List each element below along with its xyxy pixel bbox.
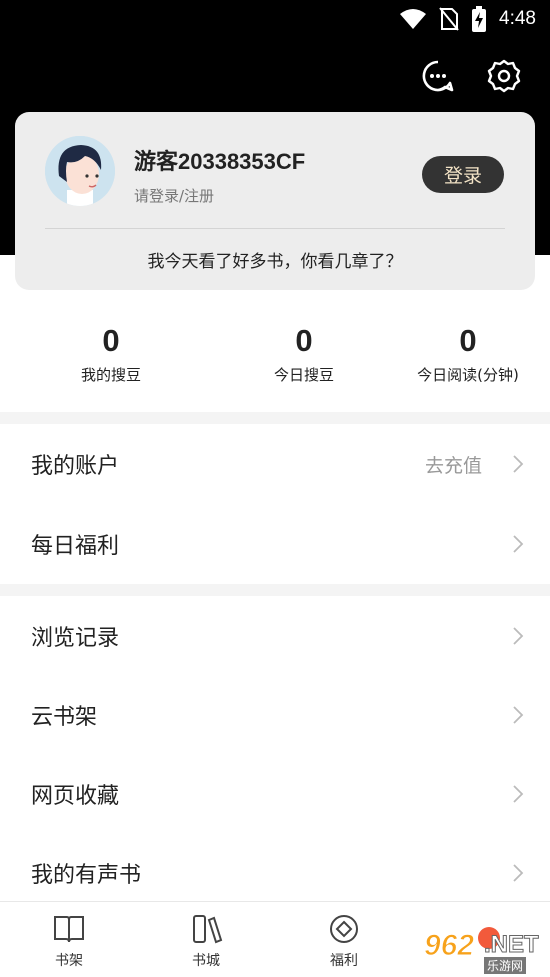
avatar[interactable] [45,136,115,206]
menu-item-label: 我的账户 [31,454,120,479]
login-register-link[interactable]: 请登录/注册 [134,185,214,206]
tab-welfare[interactable]: 福利 [309,914,379,970]
stat-my-beans[interactable]: 0 我的搜豆 [0,320,222,400]
battery-charging-icon [472,6,487,32]
chevron-right-icon [513,706,524,724]
menu-item-daily-welfare[interactable]: 每日福利 [0,504,550,584]
site-watermark: 962 .NET 乐游网 [416,917,546,974]
stat-label: 今日阅读(分钟) [417,366,519,384]
watermark-number: 962 [423,929,475,963]
username: 游客20338353CF [134,149,306,174]
stat-today-beans[interactable]: 0 今日搜豆 [222,320,386,400]
chevron-right-icon [513,864,524,882]
wifi-icon [400,9,427,29]
status-time: 4:48 [499,8,536,29]
chevron-right-icon [513,785,524,803]
status-bar: 4:48 [399,6,536,32]
login-button[interactable]: 登录 [422,156,504,193]
message-button[interactable] [420,58,456,94]
coin-icon [330,915,358,943]
menu-item-history[interactable]: 浏览记录 [0,596,550,676]
menu-item-account[interactable]: 我的账户 去充值 [0,424,550,504]
menu-item-bookmarks[interactable]: 网页收藏 [0,754,550,834]
stat-value: 0 [295,323,313,358]
menu-item-cloud-shelf[interactable]: 云书架 [0,675,550,755]
stat-value: 0 [102,323,120,358]
menu-item-label: 浏览记录 [31,626,120,651]
gear-icon [487,59,521,93]
chat-bubble-icon [422,60,454,92]
tab-label: 福利 [330,953,358,969]
menu-item-label: 每日福利 [31,534,120,559]
watermark-suffix: .NET [484,931,540,959]
no-sim-icon [439,7,459,31]
recharge-link[interactable]: 去充值 [425,451,482,478]
section-divider [0,412,550,424]
stat-today-reading[interactable]: 0 今日阅读(分钟) [386,320,550,400]
chevron-right-icon [513,627,524,645]
profile-card: 游客20338353CF 请登录/注册 登录 我今天看了好多书，你看几章了？ [15,112,535,290]
books-icon [193,915,223,944]
stat-label: 我的搜豆 [80,366,141,384]
open-book-icon [54,916,84,943]
tab-bookstore[interactable]: 书城 [171,914,241,970]
stat-label: 今日搜豆 [273,366,334,384]
avatar-illustration [45,136,115,206]
stats-row: 0 我的搜豆 0 今日搜豆 0 今日阅读(分钟) [0,320,550,400]
tab-label: 书架 [55,953,83,969]
chevron-right-icon [513,455,524,473]
menu-item-label: 云书架 [31,705,98,730]
card-divider [45,228,505,229]
tab-bookshelf[interactable]: 书架 [34,914,104,970]
stat-value: 0 [459,323,477,358]
reading-slogan: 我今天看了好多书，你看几章了？ [147,252,403,272]
tab-label: 书城 [192,953,220,969]
menu-item-label: 网页收藏 [31,784,120,809]
bottom-tab-bar: 书架 书城 福利 962 .NET 乐游网 [0,901,550,977]
watermark-sub: 乐游网 [484,957,527,974]
settings-button[interactable] [486,58,522,94]
menu-item-label: 我的有声书 [31,863,142,888]
section-divider [0,584,550,596]
chevron-right-icon [513,535,524,553]
